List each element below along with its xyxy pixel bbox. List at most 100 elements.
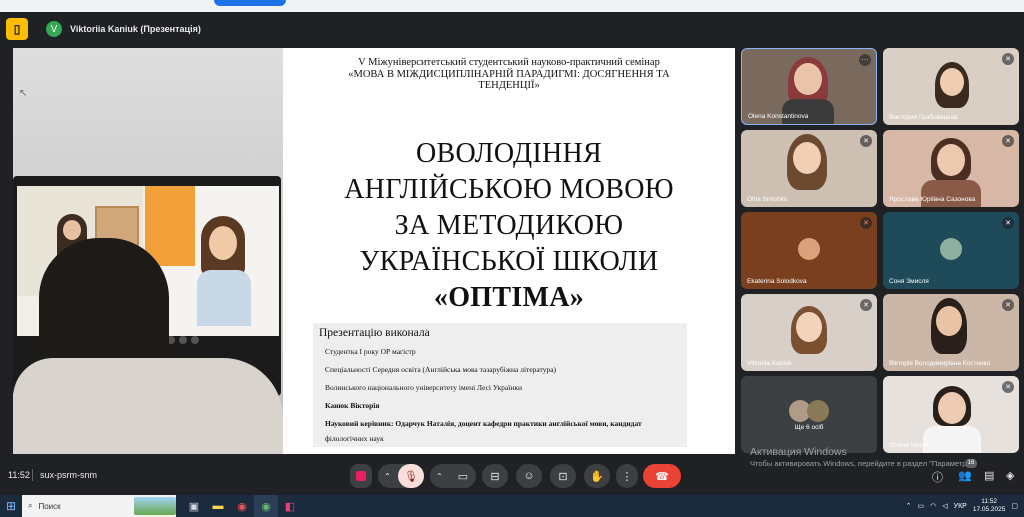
meeting-code: sux-psrm-snm xyxy=(40,470,98,480)
participant-name: Соня Змисля xyxy=(889,278,929,285)
search-icon: ⌕ xyxy=(28,501,33,510)
info-line: Студентка I року ОР магістр xyxy=(325,347,416,356)
mic-off-icon: ✕ xyxy=(860,135,872,147)
info-line: Спеціальності Середня освіта (Англійська… xyxy=(325,365,557,374)
search-placeholder: Поиск xyxy=(38,501,61,511)
title-line: УКРАЇНСЬКОЇ ШКОЛИ xyxy=(359,246,659,277)
task-view-icon[interactable]: ▣ xyxy=(182,495,206,517)
presentation-bar: ▯ V Viktoriia Kaniuk (Презентація) xyxy=(0,14,1024,44)
people-icon[interactable]: 👥 xyxy=(958,469,972,482)
title-line: ОВОЛОДІННЯ xyxy=(415,138,603,169)
camera-toggle-button[interactable]: ▭ xyxy=(450,464,476,488)
participant-tile[interactable]: ✕ Олена Чухно xyxy=(883,376,1019,453)
app-icon[interactable]: ◧ xyxy=(278,495,302,517)
seminar-line: «МОВА В МІЖДИСЦИПЛІНАРНІЙ ПАРАДИГМІ: ДОС… xyxy=(348,68,670,80)
info-line: Канюк Вікторія xyxy=(325,401,380,410)
seminar-line: V Міжуніверситетський студентський науко… xyxy=(358,57,660,68)
info-heading: Презентацію виконала xyxy=(319,327,430,339)
info-line: філологічних наук xyxy=(325,434,384,443)
chrome-active-icon[interactable]: ◉ xyxy=(254,495,278,517)
participant-name: Ярослава Юріївна Сазонова xyxy=(889,196,976,203)
participant-tile[interactable]: ✕ Виктория Грабовецкая xyxy=(883,48,1019,125)
taskbar-clock[interactable]: 11:52 17.05.2025 xyxy=(973,498,1006,514)
participant-name: Виктория Грабовецкая xyxy=(889,114,958,121)
info-line: Науковий керівник: Одарчук Наталія, доце… xyxy=(319,415,681,431)
mic-toggle-button[interactable]: 🎙 xyxy=(398,464,424,488)
presenter-name: Viktoriia Kaniuk (Презентація) xyxy=(70,24,201,34)
title-line-bold: «ОПТІМА» xyxy=(433,282,585,313)
activities-icon[interactable]: ◈ xyxy=(1006,469,1014,482)
title-line: АНГЛІЙСЬКОЮ МОВОЮ xyxy=(344,174,674,205)
hangup-icon: ☎ xyxy=(655,470,669,483)
mic-off-icon: ✕ xyxy=(860,217,872,229)
avatar xyxy=(807,400,829,422)
present-button[interactable]: ⊡ xyxy=(550,464,576,488)
chevron-up-icon[interactable]: ⌃ xyxy=(384,472,391,481)
windows-start-icon[interactable]: ⊞ xyxy=(0,495,22,517)
present-icon: ⊡ xyxy=(558,470,568,483)
chrome-icon[interactable]: ◉ xyxy=(230,495,254,517)
reaction-app-button[interactable] xyxy=(350,464,372,488)
seminar-line: ТЕНДЕНЦІЇ» xyxy=(478,80,540,91)
camera-icon: ▭ xyxy=(457,470,469,483)
mic-off-icon: ✕ xyxy=(1002,53,1014,65)
search-highlight-image xyxy=(134,497,176,515)
more-options-icon[interactable]: ⋯ xyxy=(859,54,871,66)
file-explorer-icon[interactable]: ▬ xyxy=(206,495,230,517)
child-image xyxy=(13,238,283,454)
volume-icon[interactable]: ◁ xyxy=(942,502,947,510)
emoji-icon: ☺ xyxy=(523,470,535,482)
more-participants-tile[interactable]: Ще 6 осіб xyxy=(741,376,877,453)
participant-name: Viktoriia Kaniuk xyxy=(747,360,792,367)
chevron-up-icon[interactable]: ⌃ xyxy=(436,472,443,481)
shared-screen: ↖ V Міжуніверситетський студентський нау… xyxy=(13,48,735,454)
mic-off-icon: ✕ xyxy=(1002,217,1014,229)
mic-off-icon: 🎙 xyxy=(404,470,418,483)
present-screen-icon[interactable]: ▯ xyxy=(6,18,28,40)
language-indicator[interactable]: УКР xyxy=(954,503,967,510)
cursor-icon: ↖ xyxy=(19,88,28,99)
slide-content: V Міжуніверситетський студентський науко… xyxy=(283,48,735,454)
wifi-icon[interactable]: ◠ xyxy=(930,502,936,510)
participant-tile[interactable]: ⋯ Olena Konstantinova xyxy=(741,48,877,125)
more-options-button[interactable]: ⋮ xyxy=(616,464,638,488)
raise-hand-button[interactable]: ✋ xyxy=(584,464,610,488)
participant-tile[interactable]: ✕ Viktoriia Kaniuk xyxy=(741,294,877,371)
participant-tile[interactable]: ✕ Ярослава Юріївна Сазонова xyxy=(883,130,1019,207)
clock-time: 11:52 xyxy=(981,498,997,505)
presenter-avatar: V xyxy=(46,21,62,37)
mic-off-icon: ✕ xyxy=(860,299,872,311)
participant-tile[interactable]: ✕ Olha Smishko xyxy=(741,130,877,207)
notification-icon[interactable]: ▢ xyxy=(1011,502,1018,510)
mic-off-icon: ✕ xyxy=(1002,135,1014,147)
browser-tab-strip xyxy=(0,0,1024,12)
slide-title: ОВОЛОДІННЯ АНГЛІЙСЬКОЮ МОВОЮ ЗА МЕТОДИКО… xyxy=(283,136,735,316)
participant-name: Olha Smishko xyxy=(747,196,788,203)
hand-icon: ✋ xyxy=(590,470,604,483)
emoji-button[interactable]: ☺ xyxy=(516,464,542,488)
clock-date: 17.05.2025 xyxy=(972,506,1006,513)
taskbar-search[interactable]: ⌕ Поиск xyxy=(22,495,176,517)
info-icon[interactable]: ⓘ xyxy=(932,469,943,485)
chevron-up-icon[interactable]: ⌃ xyxy=(906,502,912,510)
info-line: Волинського національного університету і… xyxy=(325,383,523,392)
participant-tile[interactable]: ✕ Ekaterina Solodkova xyxy=(741,212,877,289)
participant-name: Вікторія Володимирівна Костенко xyxy=(889,360,991,367)
meeting-controls-bar: 11:52 sux-psrm-snm ⌃ 🎙 ⌃ ▭ ⊟ ☺ ⊡ ✋ ⋮ ☎ ⓘ… xyxy=(0,456,1024,494)
more-vert-icon: ⋮ xyxy=(621,470,633,483)
author-info-box: Презентацію виконала Студентка I року ОР… xyxy=(313,323,687,447)
participant-name: Ekaterina Solodkova xyxy=(747,278,807,285)
participant-tile[interactable]: ✕ Вікторія Володимирівна Костенко xyxy=(883,294,1019,371)
active-tab-indicator[interactable] xyxy=(214,0,286,6)
mic-off-icon: ✕ xyxy=(1002,381,1014,393)
people-count-badge: 16 xyxy=(965,459,977,468)
participant-name: Olena Konstantinova xyxy=(748,113,809,120)
network-icon[interactable]: ▭ xyxy=(918,502,925,510)
chat-icon[interactable]: ▤ xyxy=(984,469,994,482)
seminar-heading: V Міжуніверситетський студентський науко… xyxy=(283,57,735,92)
more-participants-label: Ще 6 осіб xyxy=(794,424,824,431)
participant-tile[interactable]: ✕ Соня Змисля xyxy=(883,212,1019,289)
mic-off-icon: ✕ xyxy=(1002,299,1014,311)
leave-call-button[interactable]: ☎ xyxy=(643,464,681,488)
captions-button[interactable]: ⊟ xyxy=(482,464,508,488)
